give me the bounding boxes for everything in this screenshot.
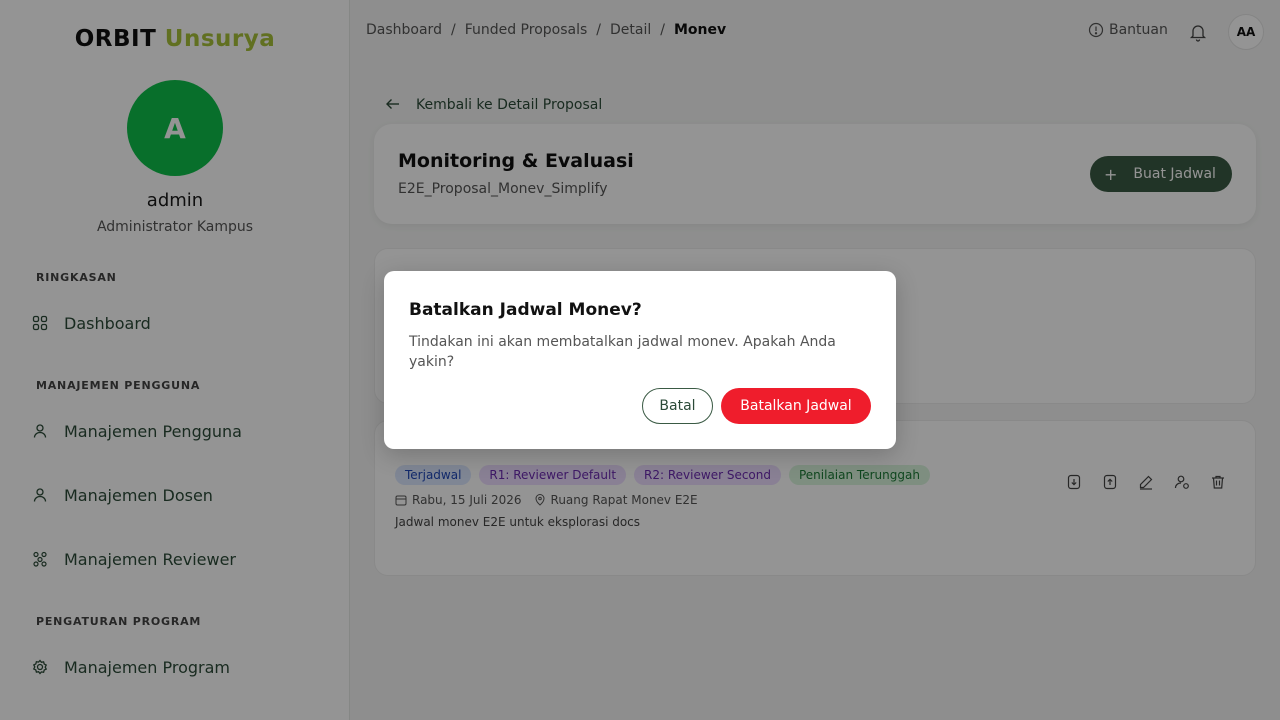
dialog-title: Batalkan Jadwal Monev? xyxy=(409,300,642,320)
cancel-button[interactable]: Batal xyxy=(642,388,713,424)
dialog-message: Tindakan ini akan membatalkan jadwal mon… xyxy=(409,334,836,370)
confirm-cancel-schedule-button[interactable]: Batalkan Jadwal xyxy=(721,388,871,424)
cancel-schedule-dialog: Batalkan Jadwal Monev? Tindakan ini akan… xyxy=(384,271,896,449)
